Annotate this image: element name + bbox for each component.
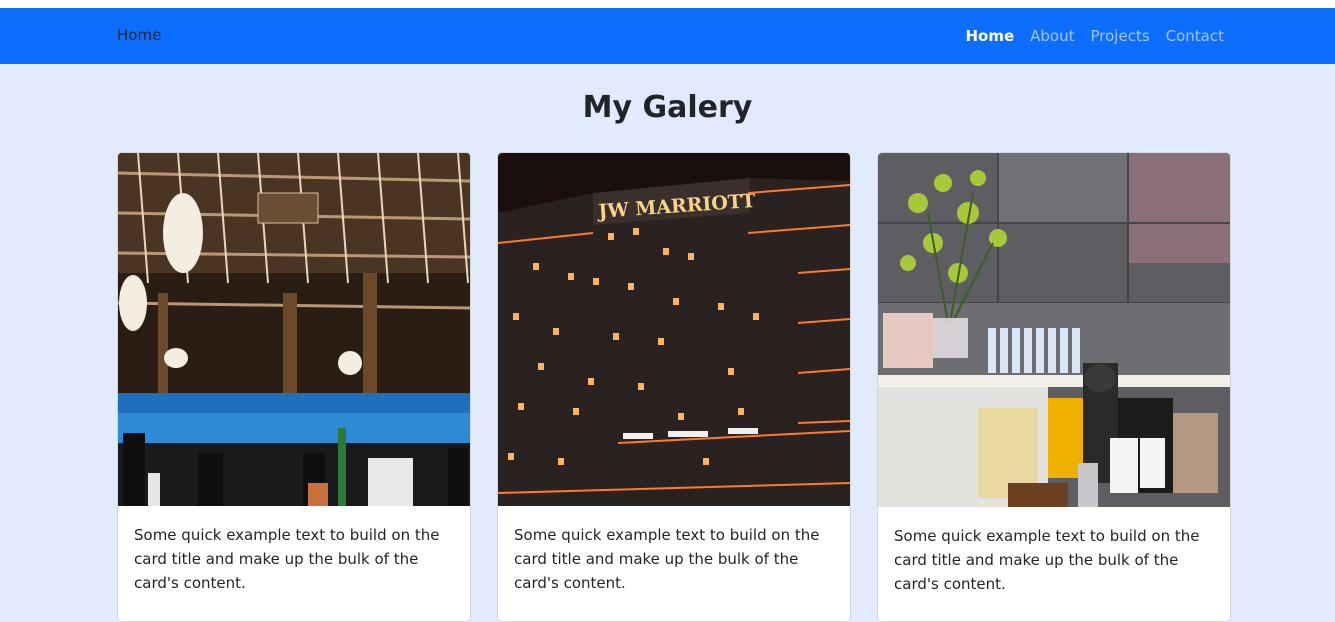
gallery-card: Some quick example text to build on the … <box>117 152 471 622</box>
gallery-card: Some quick example text to build on the … <box>877 152 1231 622</box>
card-text: Some quick example text to build on the … <box>514 526 820 592</box>
nav-link-about[interactable]: About <box>1030 26 1074 46</box>
page-title: My Galery <box>582 90 753 125</box>
card-text: Some quick example text to build on the … <box>894 527 1200 593</box>
night-pavilion-photo <box>118 153 470 506</box>
card-text: Some quick example text to build on the … <box>134 526 440 592</box>
nav-link-projects[interactable]: Projects <box>1091 26 1150 46</box>
navbar: Home Home About Projects Contact <box>0 8 1335 64</box>
navbar-brand[interactable]: Home <box>117 26 161 44</box>
cafe-counter-photo <box>878 153 1230 507</box>
gallery-card: JW MARRIOTT Some quick example text to b… <box>497 152 851 622</box>
nav-link-home[interactable]: Home <box>965 26 1014 46</box>
jw-marriott-hotel-photo: JW MARRIOTT <box>498 153 850 506</box>
nav-links: Home About Projects Contact <box>965 26 1224 46</box>
nav-link-contact[interactable]: Contact <box>1166 26 1224 46</box>
top-strip <box>0 0 1335 8</box>
